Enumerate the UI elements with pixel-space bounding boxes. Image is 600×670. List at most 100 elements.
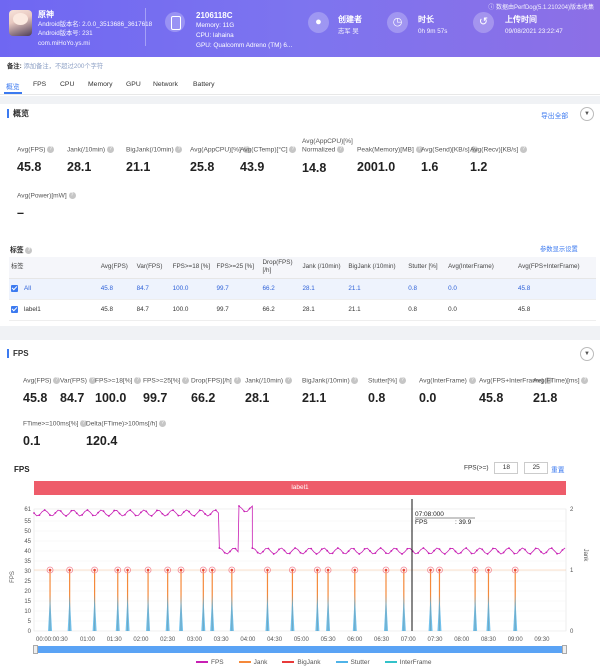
table-cell: 45.8 xyxy=(98,278,135,300)
table-cell: 66.2 xyxy=(260,278,301,300)
export-all-link[interactable]: 导出全部 xyxy=(541,110,568,120)
column-header[interactable]: Stutter [%] xyxy=(406,257,447,279)
help-icon[interactable]: ? xyxy=(289,146,297,153)
help-icon[interactable]: ? xyxy=(175,146,183,153)
stat-value: 21.1 xyxy=(302,391,327,406)
table-cell: 45.8 xyxy=(515,278,596,300)
fps-threshold-low-input[interactable]: 18 xyxy=(494,462,519,474)
help-icon[interactable]: ? xyxy=(398,377,406,384)
table-row[interactable]: label1 45.8 84.7 100.0 99.7 66.2 28.1 21.1 0.8 0.… xyxy=(9,299,596,321)
table-cell: 84.7 xyxy=(134,299,171,321)
fps-point xyxy=(545,551,548,554)
legend-label: FPS xyxy=(211,659,224,666)
help-icon[interactable]: ? xyxy=(337,146,345,153)
legend-item[interactable]: InterFrame xyxy=(384,659,431,666)
help-icon[interactable]: ? xyxy=(47,146,55,153)
fps-point xyxy=(304,550,307,553)
fps-point xyxy=(550,547,553,550)
help-icon[interactable]: ? xyxy=(284,377,292,384)
legend-item[interactable]: Jank xyxy=(238,659,267,666)
fps-point xyxy=(129,509,132,511)
help-icon[interactable]: ? xyxy=(158,420,166,427)
x-tick-label: 09:30 xyxy=(534,637,550,643)
game-info: 原神 Android版本名: 2.0.0_3513686_3617618 And… xyxy=(38,10,152,48)
fps_section-stat: FPS>=25[%] ? 99.7 xyxy=(143,377,190,405)
stat-value: 21.1 xyxy=(126,160,151,175)
help-icon[interactable]: ? xyxy=(25,246,33,254)
help-icon[interactable]: ? xyxy=(351,377,359,384)
fps-point xyxy=(438,548,441,551)
fps-point xyxy=(288,552,291,555)
column-header[interactable]: Jank (/10min) xyxy=(300,257,347,279)
legend-item[interactable]: Stutter xyxy=(335,659,370,666)
column-header[interactable]: Avg(FPS+InterFrame) xyxy=(515,257,596,279)
x-tick-label: 01:30 xyxy=(107,637,123,643)
duration-value: 0h 9m 57s xyxy=(418,28,448,35)
help-icon[interactable]: ? xyxy=(182,377,190,384)
scrollbar-left-handle[interactable] xyxy=(33,645,38,654)
table-cell: 45.8 xyxy=(98,299,135,321)
device-name[interactable]: 2106118C xyxy=(196,11,292,21)
help-icon[interactable]: ? xyxy=(468,377,476,384)
active-tab-indicator xyxy=(4,92,22,94)
tab-network[interactable]: Network xyxy=(153,81,178,88)
section-spacer xyxy=(0,96,600,104)
help-icon[interactable]: ? xyxy=(68,192,76,199)
legend-item[interactable]: BigJank xyxy=(282,659,321,666)
scrollbar-right-handle[interactable] xyxy=(562,645,567,654)
x-tick-label: 03:00 xyxy=(187,637,203,643)
tab-memory[interactable]: Memory xyxy=(88,81,113,88)
tag-table: 标签 Avg(FPS) Var(FPS) FPS>=18 [%] FPS>=25 [%]… xyxy=(9,257,596,321)
column-header[interactable]: Drop(FPS) [/h] xyxy=(260,257,301,279)
help-icon[interactable]: ? xyxy=(106,146,114,153)
chart-scrollbar[interactable] xyxy=(34,646,566,653)
chevron-down-icon[interactable]: ▼ xyxy=(580,107,594,121)
stat-value: 0.0 xyxy=(419,391,437,406)
remark-field[interactable]: 备注: 添加备注，不超过200个字符 xyxy=(7,61,103,70)
reset-button[interactable]: 重置 xyxy=(551,464,565,474)
tab-gpu[interactable]: GPU xyxy=(126,81,141,88)
tab-cpu[interactable]: CPU xyxy=(60,81,74,88)
table-row[interactable]: All 45.8 84.7 100.0 99.7 66.2 28.1 21.1 0.8 0.0 45… xyxy=(9,278,596,300)
table-cell: 84.7 xyxy=(134,278,171,300)
fps-point xyxy=(422,547,425,549)
fps-point xyxy=(540,551,542,553)
remark-placeholder[interactable]: 添加备注，不超过200个字符 xyxy=(23,63,103,70)
checkbox[interactable] xyxy=(11,284,18,292)
legend-item[interactable]: FPS xyxy=(196,659,224,666)
help-icon[interactable]: ? xyxy=(233,377,241,384)
help-icon[interactable]: ? xyxy=(581,377,589,384)
column-header[interactable]: Var(FPS) xyxy=(134,257,171,279)
fps-point xyxy=(156,509,158,512)
column-header[interactable]: FPS>=18 [%] xyxy=(170,257,215,279)
help-icon[interactable]: ? xyxy=(134,377,142,384)
table-cell: 45.8 xyxy=(515,299,596,321)
help-icon[interactable]: ? xyxy=(520,146,528,153)
param-display-settings-link[interactable]: 参数显示设置 xyxy=(540,244,578,253)
device-memory: Memory: 11G xyxy=(196,22,235,29)
column-header[interactable]: 标签 xyxy=(9,257,99,279)
fps-point xyxy=(118,512,121,515)
tab-fps[interactable]: FPS xyxy=(33,81,46,88)
stat-label: Peak(Memory)[MB] ? xyxy=(357,146,423,154)
package-name: com.miHoYo.ys.mi xyxy=(38,39,90,47)
table-cell: 21.1 xyxy=(346,299,407,321)
fps-point xyxy=(342,552,345,554)
label-range-bar[interactable]: label1 xyxy=(34,481,566,495)
table-cell: 99.7 xyxy=(214,299,261,321)
overview-title: 概览 xyxy=(7,109,29,118)
tab-overview[interactable]: 概览 xyxy=(6,81,20,91)
fps-chart[interactable]: 615550454035302520151050210FPSJank00:00:… xyxy=(0,495,600,645)
column-header[interactable]: Avg(FPS) xyxy=(98,257,135,279)
chevron-down-icon[interactable]: ▼ xyxy=(580,347,594,361)
stat-label: Stutter[%] ? xyxy=(368,377,406,385)
column-header[interactable]: Avg(InterFrame) xyxy=(446,257,516,279)
stat-value: 120.4 xyxy=(86,434,118,449)
tab-battery[interactable]: Battery xyxy=(193,81,215,88)
column-header[interactable]: BigJank (/10min) xyxy=(346,257,407,279)
fps-threshold-high-input[interactable]: 25 xyxy=(524,462,549,474)
column-header[interactable]: FPS>=25 [%] xyxy=(214,257,261,279)
table-header-row: 标签 Avg(FPS) Var(FPS) FPS>=18 [%] FPS>=25 [%]… xyxy=(9,257,596,279)
stat-value: 1.2 xyxy=(470,160,488,175)
checkbox[interactable] xyxy=(11,305,18,313)
